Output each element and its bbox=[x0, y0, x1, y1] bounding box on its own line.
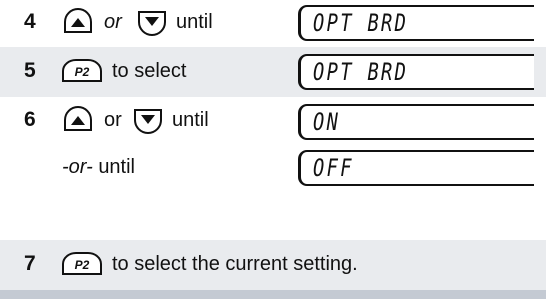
step-row-7: 7 P2 to select the current setting. bbox=[0, 240, 546, 290]
lcd-display: OFF bbox=[298, 150, 534, 186]
lcd-text: OFF bbox=[313, 154, 354, 182]
lcd-text: OPT BRD bbox=[313, 9, 409, 37]
step-number: 7 bbox=[24, 252, 36, 275]
instruction-table: 4 or until OPT BRD 5 P2 to select OPT BR… bbox=[0, 0, 546, 299]
up-arrow-key-icon bbox=[64, 106, 92, 131]
p2-key-icon: P2 bbox=[62, 59, 102, 82]
step-row-5: 5 P2 to select OPT BRD bbox=[0, 47, 546, 97]
or-word: or bbox=[104, 11, 122, 33]
lcd-text: OPT BRD bbox=[313, 58, 409, 86]
key-label: P2 bbox=[75, 65, 90, 79]
step-text: until bbox=[176, 11, 213, 33]
key-label: P2 bbox=[75, 258, 90, 272]
step-text: to select bbox=[112, 60, 187, 82]
step-number: 4 bbox=[24, 10, 36, 33]
down-arrow-key-icon bbox=[134, 109, 162, 134]
step-row-6: 6 or until ON -or- until OFF bbox=[0, 98, 546, 194]
bottom-divider bbox=[0, 290, 546, 299]
lcd-display: OPT BRD bbox=[298, 5, 534, 41]
alt-text: until bbox=[98, 156, 136, 178]
step-text: until bbox=[172, 109, 209, 131]
or-word: or bbox=[104, 109, 122, 131]
up-arrow-key-icon bbox=[64, 8, 92, 33]
lcd-display: ON bbox=[298, 104, 534, 140]
alt-prefix: -or- bbox=[62, 156, 93, 178]
step-text: to select the current setting. bbox=[112, 253, 358, 275]
lcd-text: ON bbox=[313, 108, 341, 136]
p2-key-icon: P2 bbox=[62, 252, 102, 275]
lcd-display: OPT BRD bbox=[298, 54, 534, 90]
step-number: 5 bbox=[24, 59, 36, 82]
down-arrow-key-icon bbox=[138, 11, 166, 36]
step-row-4: 4 or until OPT BRD bbox=[0, 0, 546, 46]
step-number: 6 bbox=[24, 108, 36, 131]
